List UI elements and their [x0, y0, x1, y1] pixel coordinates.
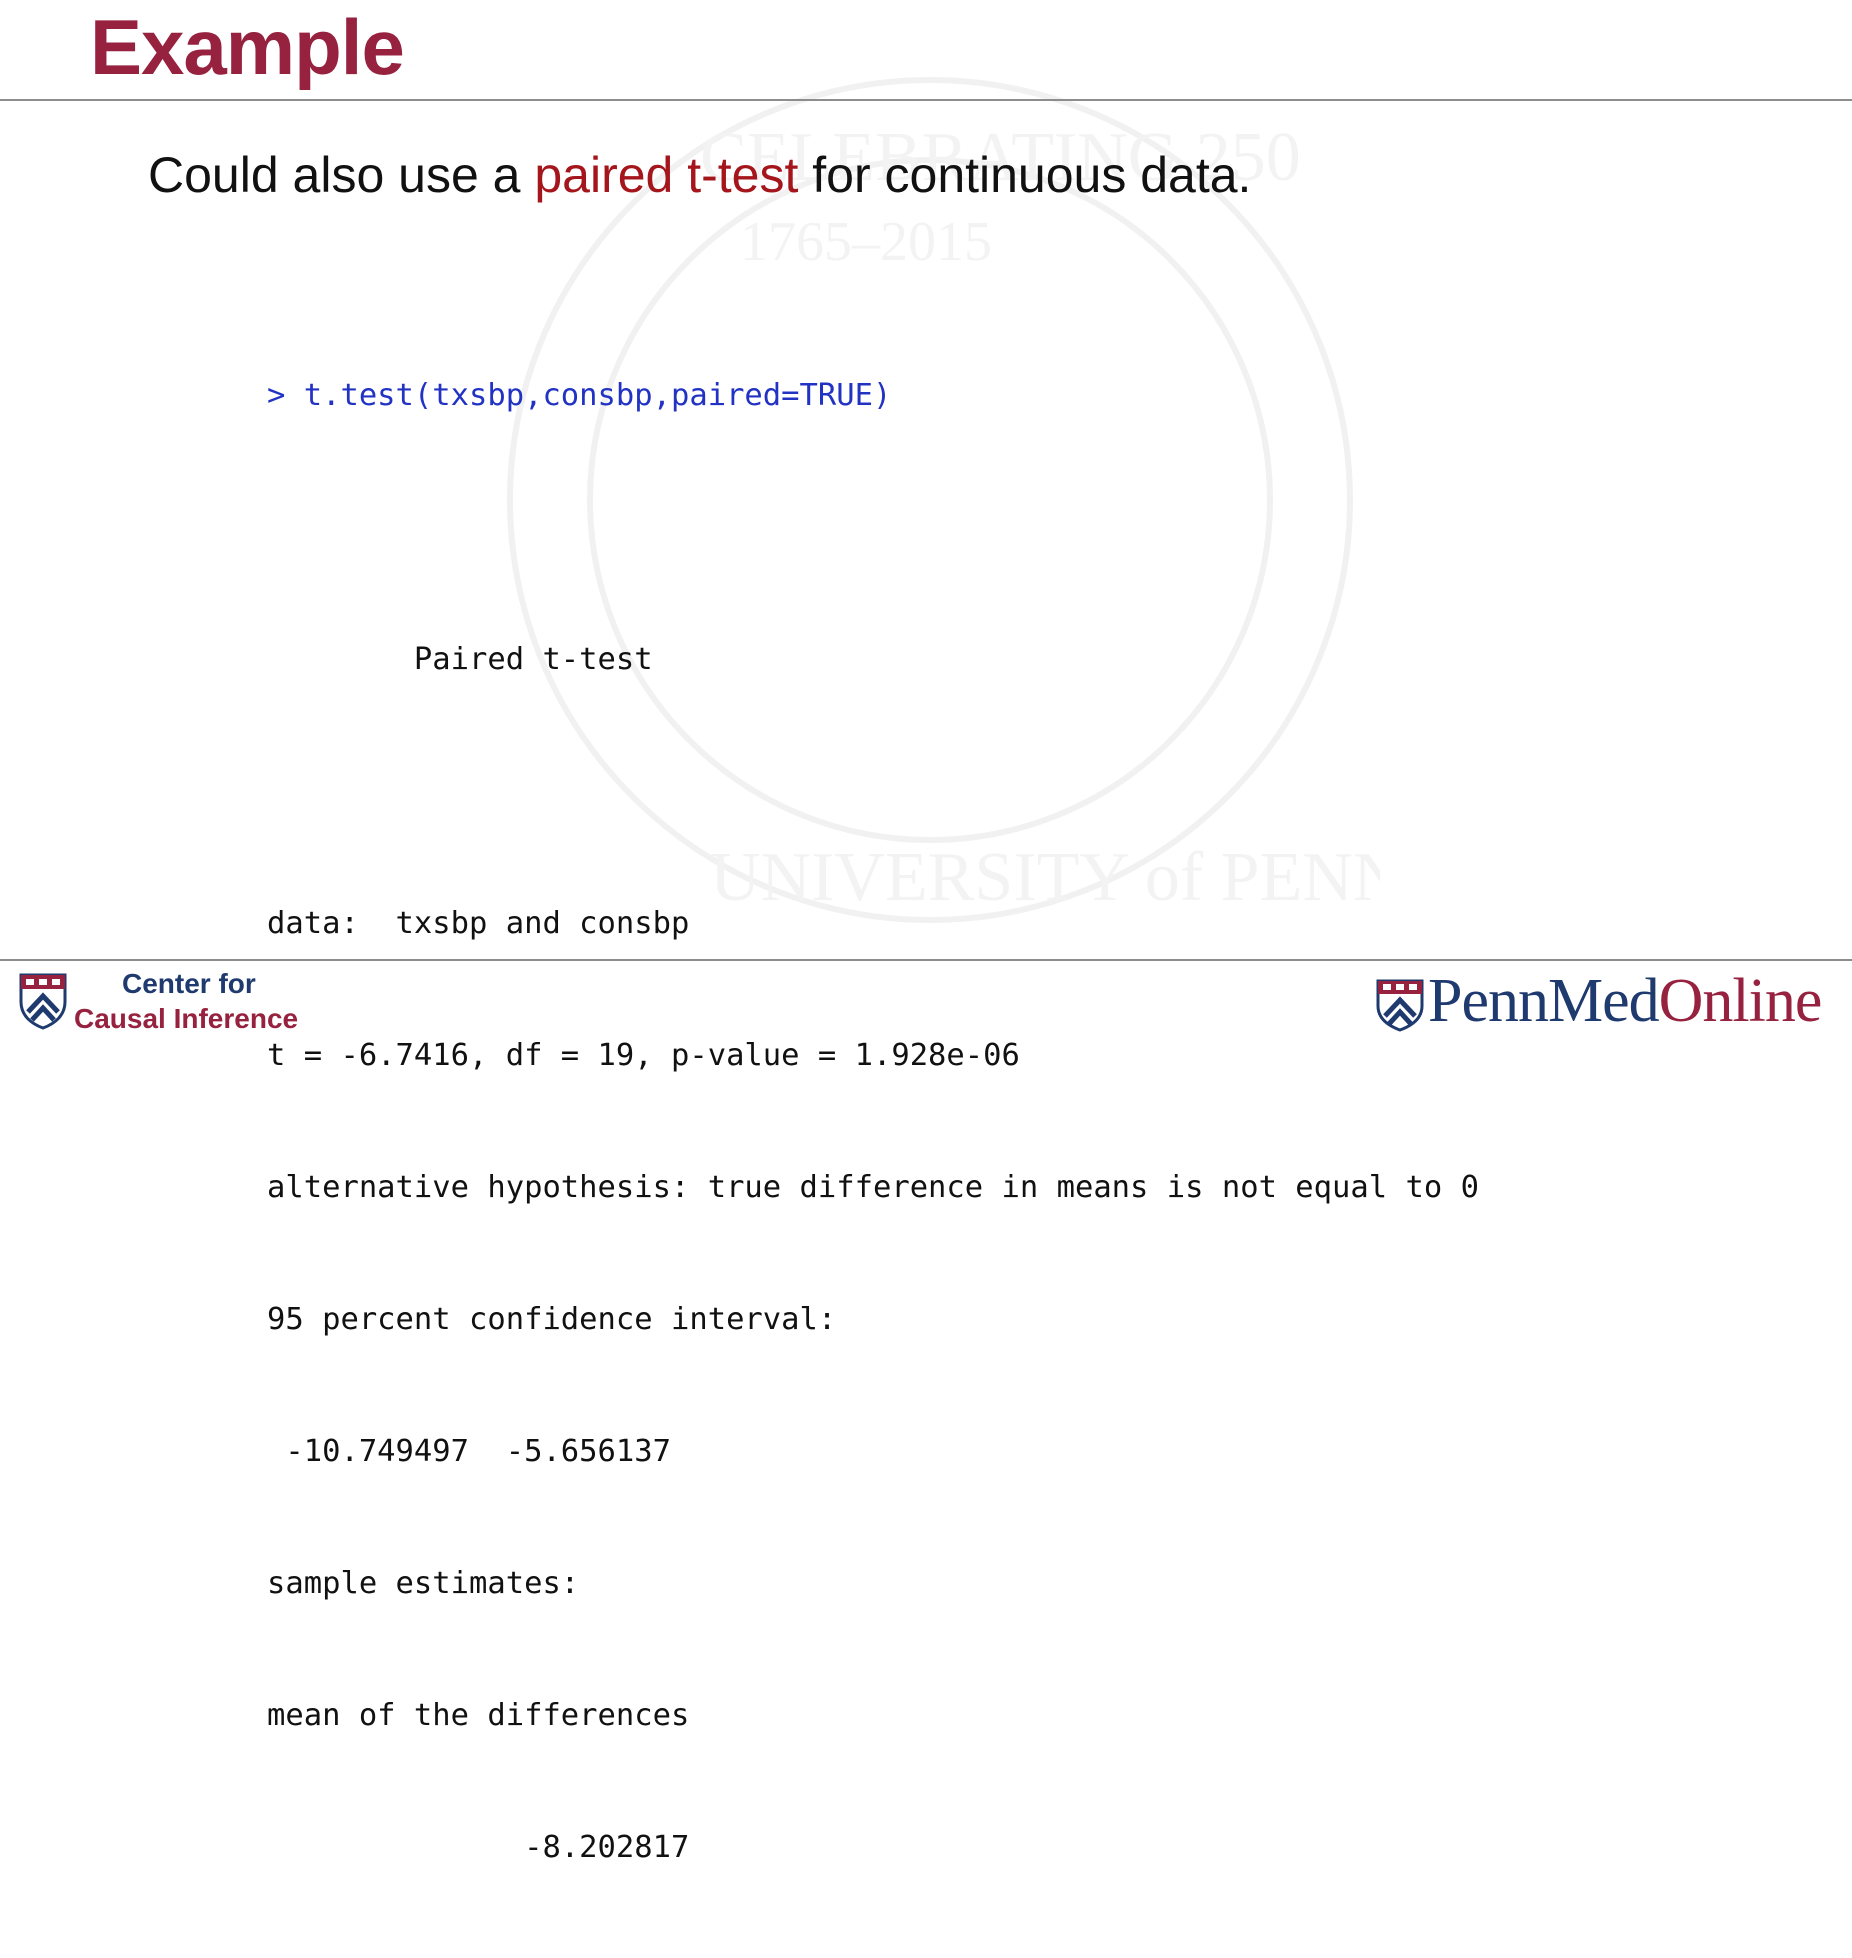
r-console-output: > t.test(txsbp,consbp,paired=TRUE) Paire…: [267, 286, 1479, 1958]
output-line: alternative hypothesis: true difference …: [267, 1170, 1479, 1205]
center-line-1: Center for: [122, 968, 256, 999]
output-line: data: txsbp and consbp: [267, 906, 690, 941]
penn-shield-icon: [19, 973, 67, 1030]
slide-subtitle: Could also use a paired t-test for conti…: [148, 146, 1251, 204]
title-divider: [0, 99, 1852, 101]
output-line: Paired t-test: [267, 642, 653, 677]
r-command: > t.test(txsbp,consbp,paired=TRUE): [267, 378, 892, 413]
footer-divider: [0, 959, 1852, 961]
output-line: t = -6.7416, df = 19, p-value = 1.928e-0…: [267, 1038, 1020, 1073]
center-for-causal-inference-logo: Center for Causal Inference: [74, 966, 298, 1036]
center-line-2: Causal Inference: [74, 1003, 299, 1034]
output-line: -10.749497 -5.656137: [267, 1434, 671, 1469]
output-line: mean of the differences: [267, 1698, 690, 1733]
slide-title: Example: [90, 3, 405, 91]
slide: CELEBRATING 250 1765–2015 UNIVERSITY of …: [0, 0, 1852, 1865]
output-line: -8.202817: [267, 1830, 690, 1865]
brand-penn: Penn: [1428, 967, 1549, 1035]
output-line: 95 percent confidence interval:: [267, 1302, 837, 1337]
output-line: sample estimates:: [267, 1566, 580, 1601]
svg-text:1765–2015: 1765–2015: [740, 211, 992, 273]
subtitle-text-after: for continuous data.: [798, 147, 1252, 203]
brand-online: Online: [1658, 967, 1823, 1035]
penn-shield-icon: [1376, 979, 1424, 1032]
subtitle-highlight: paired t-test: [534, 147, 799, 203]
brand-med: Med: [1548, 967, 1660, 1035]
subtitle-text-before: Could also use a: [148, 147, 535, 203]
pennmedonline-logo: PennMedOnline: [1428, 966, 1823, 1036]
